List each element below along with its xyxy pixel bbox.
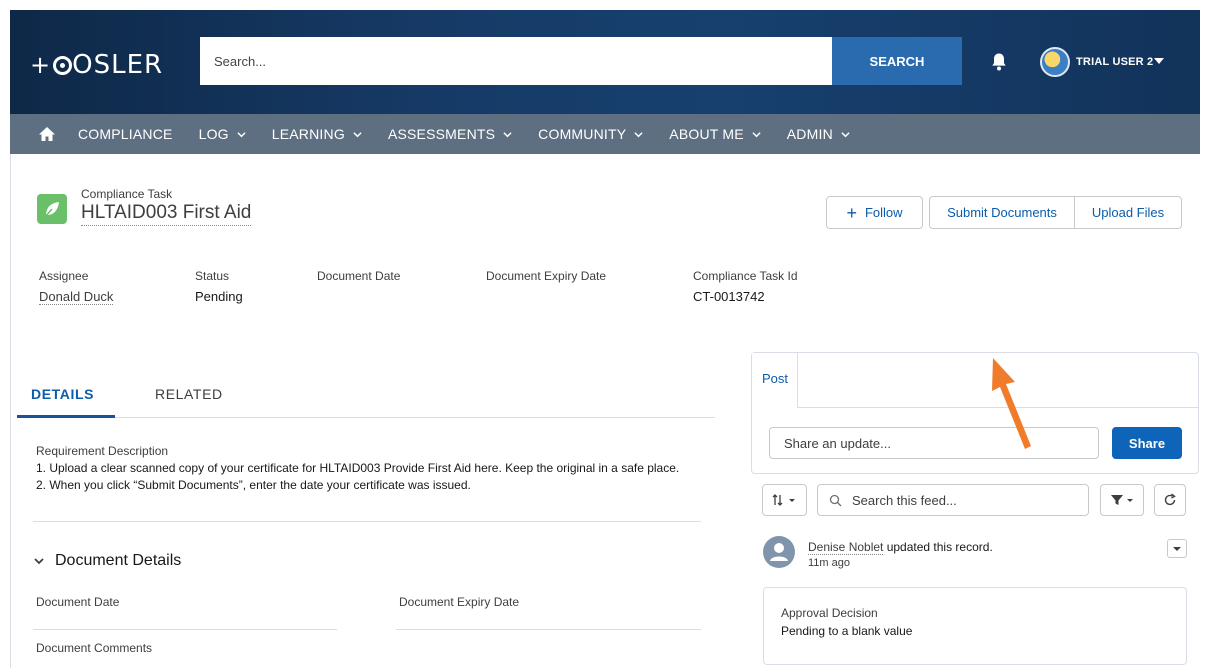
logo-o-mark (53, 55, 73, 75)
filter-icon (1111, 495, 1133, 505)
logo-plus: + (30, 51, 52, 79)
feed-action-text: updated this record. (883, 540, 993, 554)
share-update-input[interactable] (769, 427, 1099, 459)
nav-item-log[interactable]: LOG (199, 126, 246, 142)
chevron-down-icon (237, 131, 246, 137)
refresh-icon (1164, 493, 1176, 506)
upload-files-button[interactable]: Upload Files (1075, 196, 1182, 229)
field-underline (396, 629, 701, 630)
refresh-button[interactable] (1154, 484, 1186, 516)
record-page: Compliance Task HLTAID003 First Aid + Fol… (10, 154, 1200, 668)
chevron-down-icon (353, 131, 362, 137)
field-label-document-date: Document Date (36, 595, 120, 609)
logo-text: OSLER (72, 50, 164, 80)
highlight-label-task-id: Compliance Task Id (693, 269, 798, 283)
nav-item-label: ASSESSMENTS (387, 126, 496, 142)
nav-item-label: COMMUNITY (538, 126, 627, 142)
chevron-down-icon (634, 131, 643, 137)
requirement-description-label: Requirement Description (36, 444, 169, 458)
main-nav: COMPLIANCE LOG LEARNING ASSESSMENTS COMM… (10, 114, 1200, 154)
chevron-down-icon (34, 558, 44, 565)
record-type-label: Compliance Task (81, 187, 173, 201)
search-button[interactable]: SEARCH (832, 37, 962, 85)
nav-item-label: COMPLIANCE (78, 126, 173, 142)
nav-item-learning[interactable]: LEARNING (272, 126, 362, 142)
global-search-input[interactable] (200, 37, 832, 85)
nav-item-label: ABOUT ME (669, 126, 744, 142)
requirement-line-1: 1. Upload a clear scanned copy of your c… (36, 461, 680, 475)
record-type-icon (37, 194, 67, 224)
follow-button-label: Follow (864, 205, 903, 220)
publisher-tab-post[interactable]: Post (752, 353, 798, 408)
nav-item-compliance[interactable]: COMPLIANCE (78, 126, 173, 142)
filter-button[interactable] (1100, 484, 1144, 516)
highlight-label-document-date: Document Date (317, 269, 401, 283)
task-id-value: CT-0013742 (693, 289, 765, 304)
feed-item-header: Denise Noblet updated this record. (808, 540, 993, 555)
requirement-line-2: 2. When you click “Submit Documents”, en… (36, 478, 471, 492)
share-button[interactable]: Share (1112, 427, 1182, 459)
sort-button[interactable] (762, 484, 807, 516)
nav-item-assessments[interactable]: ASSESSMENTS (388, 126, 512, 142)
plus-icon: + (846, 202, 857, 223)
highlight-label-assignee: Assignee (39, 269, 89, 283)
field-label-document-comments: Document Comments (36, 641, 153, 655)
nav-item-about-me[interactable]: ABOUT ME (669, 126, 761, 142)
global-header: + OSLER SEARCH TRIAL USER 2 (10, 10, 1200, 114)
feed-search-input[interactable] (817, 484, 1089, 516)
feed-item-menu-button[interactable] (1167, 539, 1187, 558)
search-icon (829, 494, 842, 507)
tab-related[interactable]: RELATED (155, 374, 223, 418)
tab-details[interactable]: DETAILS (17, 374, 115, 418)
divider (33, 521, 701, 522)
nav-item-admin[interactable]: ADMIN (787, 126, 850, 142)
highlight-label-status: Status (195, 269, 230, 283)
nav-item-label: ADMIN (786, 126, 833, 142)
user-avatar-icon[interactable] (763, 536, 795, 568)
status-value: Pending (195, 289, 243, 304)
change-field-value: Pending to a blank value (781, 624, 913, 638)
sort-icon (772, 494, 795, 506)
user-avatar[interactable] (1040, 47, 1070, 77)
highlight-label-document-expiry: Document Expiry Date (486, 269, 607, 283)
record-tabs: DETAILS RELATED (17, 374, 715, 418)
publisher-panel: Post Share (751, 352, 1199, 474)
nav-item-label: LEARNING (271, 126, 345, 142)
requirement-description-text: 1. Upload a clear scanned copy of your c… (36, 460, 706, 494)
person-icon (770, 543, 788, 561)
submit-documents-button[interactable]: Submit Documents (929, 196, 1075, 229)
nav-item-community[interactable]: COMMUNITY (538, 126, 643, 142)
osler-logo[interactable]: + OSLER (30, 50, 163, 80)
change-field-title: Approval Decision (781, 606, 878, 620)
section-title: Document Details (55, 552, 182, 569)
feed-timestamp[interactable]: 11m ago (808, 557, 850, 569)
field-underline (33, 629, 337, 630)
nav-item-label: LOG (198, 126, 229, 142)
feed-actor-link[interactable]: Denise Noblet (808, 540, 884, 555)
record-title: HLTAID003 First Aid (81, 201, 252, 226)
chevron-down-icon (503, 131, 512, 137)
chevron-down-icon (752, 131, 761, 137)
leaf-icon (44, 202, 59, 218)
caret-down-icon (1173, 546, 1181, 551)
chevron-down-icon (841, 131, 850, 137)
bell-icon[interactable] (990, 52, 1008, 72)
record-actions: + Follow Submit Documents Upload Files (826, 196, 1182, 229)
home-icon[interactable] (38, 125, 56, 143)
follow-button[interactable]: + Follow (826, 196, 923, 229)
document-details-section-toggle[interactable]: Document Details (33, 552, 181, 570)
annotation-arrow (992, 358, 1031, 449)
field-label-document-expiry: Document Expiry Date (399, 595, 520, 609)
user-menu-name[interactable]: TRIAL USER 2 (1076, 56, 1153, 68)
feed-change-card: Approval Decision Pending to a blank val… (763, 587, 1187, 665)
caret-down-icon[interactable] (1154, 58, 1164, 64)
assignee-link[interactable]: Donald Duck (39, 289, 114, 305)
app-window: + OSLER SEARCH TRIAL USER 2 COMPLIANCE LO… (10, 10, 1200, 668)
